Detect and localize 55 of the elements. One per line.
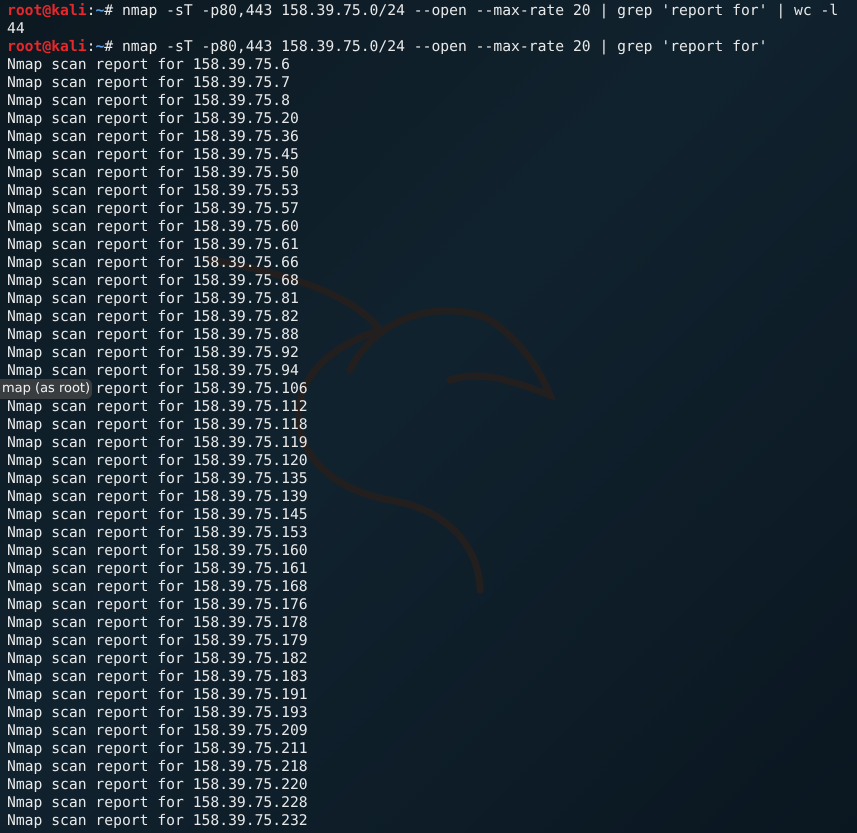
output-line: Nmap scan report for 158.39.75.50 xyxy=(7,164,299,181)
output-line: Nmap scan report for 158.39.75.182 xyxy=(7,650,308,667)
prompt-path: ~ xyxy=(95,2,104,19)
command-text: nmap -sT -p80,443 158.39.75.0/24 --open --max-rate 20 | grep 'report for' | wc -l xyxy=(122,2,838,19)
tooltip: map (as root) xyxy=(0,379,92,399)
output-line: Nmap scan report for 158.39.75.120 xyxy=(7,452,308,469)
prompt-symbol: # xyxy=(104,2,114,19)
prompt-path: ~ xyxy=(95,38,104,55)
output-line: Nmap scan report for 158.39.75.6 xyxy=(7,56,290,73)
output-line: 44 xyxy=(7,20,25,37)
command-text: nmap -sT -p80,443 158.39.75.0/24 --open --max-rate 20 | grep 'report for' xyxy=(122,38,768,55)
output-line: Nmap scan report for 158.39.75.139 xyxy=(7,488,308,505)
output-line: Nmap scan report for 158.39.75.92 xyxy=(7,344,299,361)
output-line: Nmap scan report for 158.39.75.232 xyxy=(7,812,308,829)
output-line: Nmap scan report for 158.39.75.118 xyxy=(7,416,308,433)
output-line: Nmap scan report for 158.39.75.82 xyxy=(7,308,299,325)
output-line: Nmap scan report for 158.39.75.61 xyxy=(7,236,299,253)
output-line: Nmap scan report for 158.39.75.45 xyxy=(7,146,299,163)
output-line: report for 158.39.75.106 xyxy=(95,380,308,397)
output-line: Nmap scan report for 158.39.75.94 xyxy=(7,362,299,379)
output-line: Nmap scan report for 158.39.75.20 xyxy=(7,110,299,127)
output-line: Nmap scan report for 158.39.75.53 xyxy=(7,182,299,199)
output-line: Nmap scan report for 158.39.75.57 xyxy=(7,200,299,217)
prompt-separator: : xyxy=(86,38,96,55)
prompt-user: root@kali xyxy=(7,2,87,19)
prompt-symbol: # xyxy=(104,38,114,55)
output-line: Nmap scan report for 158.39.75.60 xyxy=(7,218,299,235)
output-line: Nmap scan report for 158.39.75.7 xyxy=(7,74,290,91)
output-line: Nmap scan report for 158.39.75.191 xyxy=(7,686,308,703)
output-line: Nmap scan report for 158.39.75.145 xyxy=(7,506,308,523)
output-line: Nmap scan report for 158.39.75.168 xyxy=(7,578,308,595)
output-line: Nmap scan report for 158.39.75.209 xyxy=(7,722,308,739)
output-line: Nmap scan report for 158.39.75.228 xyxy=(7,794,308,811)
output-line: Nmap scan report for 158.39.75.135 xyxy=(7,470,308,487)
output-line: Nmap scan report for 158.39.75.36 xyxy=(7,128,299,145)
output-line: Nmap scan report for 158.39.75.66 xyxy=(7,254,299,271)
output-line: Nmap scan report for 158.39.75.161 xyxy=(7,560,308,577)
output-line: Nmap scan report for 158.39.75.220 xyxy=(7,776,308,793)
output-line: Nmap scan report for 158.39.75.176 xyxy=(7,596,308,613)
output-line: Nmap scan report for 158.39.75.178 xyxy=(7,614,308,631)
prompt-user: root@kali xyxy=(7,38,87,55)
prompt-separator: : xyxy=(86,2,96,19)
output-line: Nmap scan report for 158.39.75.119 xyxy=(7,434,308,451)
output-line: Nmap scan report for 158.39.75.88 xyxy=(7,326,299,343)
output-line: Nmap scan report for 158.39.75.68 xyxy=(7,272,299,289)
output-line: Nmap scan report for 158.39.75.160 xyxy=(7,542,308,559)
output-line: Nmap scan report for 158.39.75.81 xyxy=(7,290,299,307)
output-line: Nmap scan report for 158.39.75.211 xyxy=(7,740,308,757)
output-line: Nmap scan report for 158.39.75.153 xyxy=(7,524,308,541)
output-line: Nmap scan report for 158.39.75.218 xyxy=(7,758,308,775)
output-line: Nmap scan report for 158.39.75.179 xyxy=(7,632,308,649)
output-line: Nmap scan report for 158.39.75.183 xyxy=(7,668,308,685)
output-line: Nmap scan report for 158.39.75.193 xyxy=(7,704,308,721)
output-line: Nmap scan report for 158.39.75.8 xyxy=(7,92,290,109)
output-line: Nmap scan report for 158.39.75.112 xyxy=(7,398,308,415)
